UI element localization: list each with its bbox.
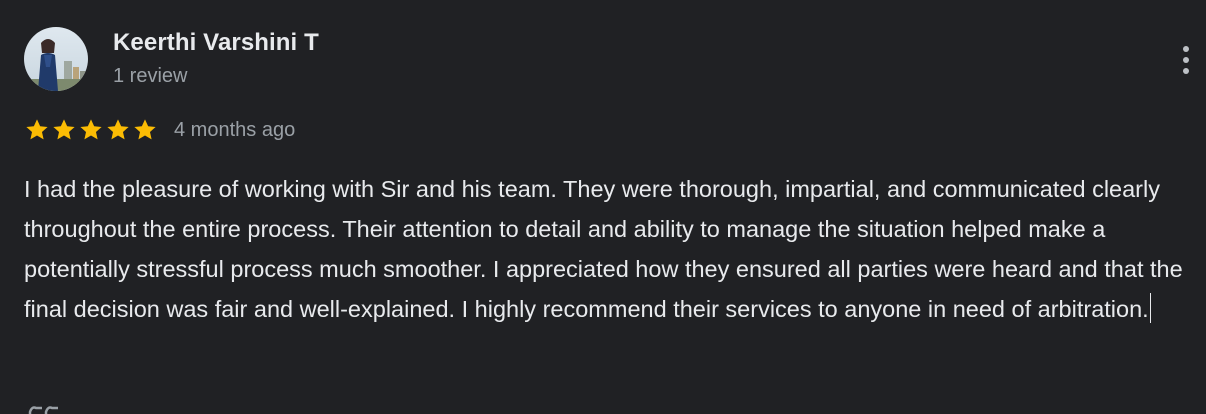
star-icon [24, 117, 50, 143]
reviewer-review-count[interactable]: 1 review [113, 64, 187, 88]
review-card: Keerthi Varshini T 1 review 4 months ago… [0, 0, 1206, 414]
reviewer-name[interactable]: Keerthi Varshini T [113, 29, 319, 57]
review-text: I had the pleasure of working with Sir a… [24, 169, 1184, 329]
more-vert-icon-dot [1183, 68, 1189, 74]
star-icon [78, 117, 104, 143]
star-icon [132, 117, 158, 143]
rating-row: 4 months ago [24, 116, 295, 144]
review-time: 4 months ago [174, 119, 296, 141]
like-icon[interactable] [26, 404, 60, 414]
more-vert-icon [1183, 46, 1189, 52]
star-icon [105, 117, 131, 143]
more-vert-icon-dot [1183, 57, 1189, 63]
review-body: I had the pleasure of working with Sir a… [24, 176, 1183, 322]
reviewer-avatar[interactable] [24, 27, 88, 91]
more-options-button[interactable] [1172, 40, 1200, 80]
star-rating [24, 117, 158, 143]
text-cursor [1149, 293, 1152, 323]
star-icon [51, 117, 77, 143]
